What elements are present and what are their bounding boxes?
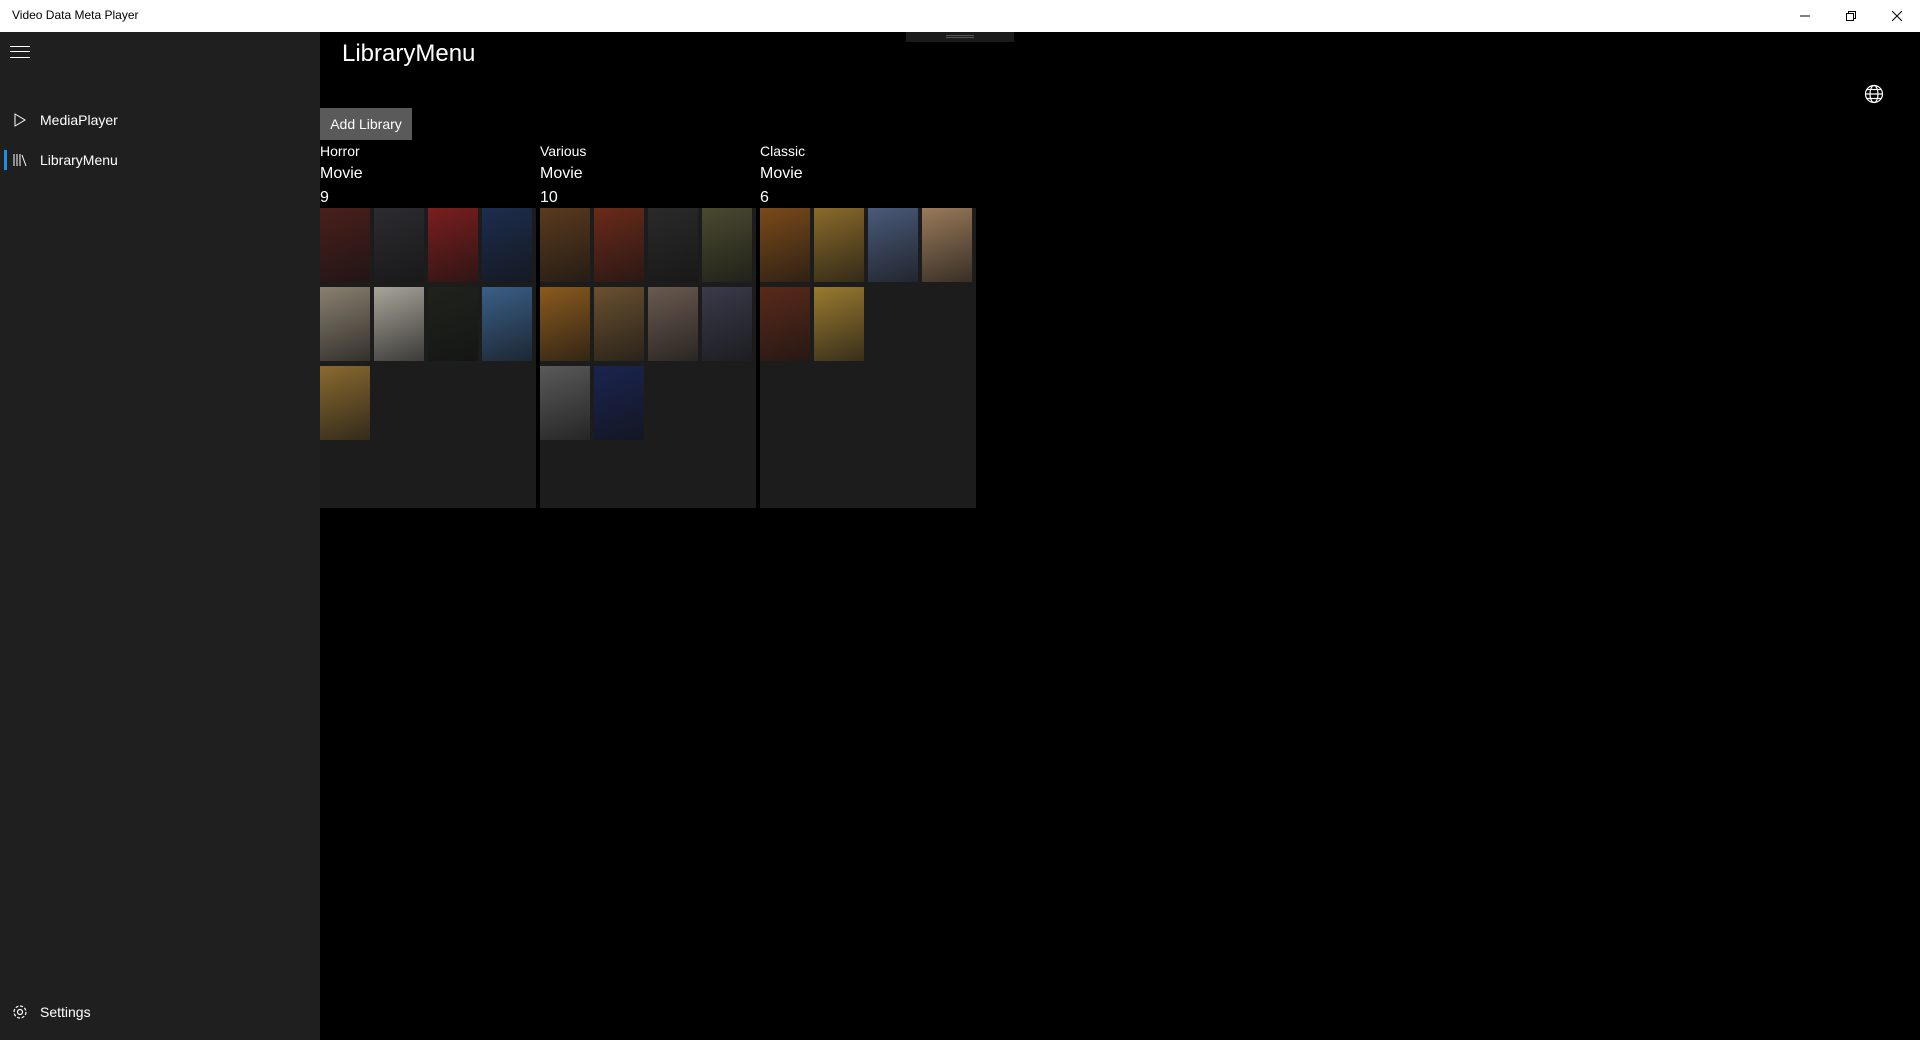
app-title: Video Data Meta Player (12, 8, 139, 22)
gear-icon (0, 1004, 40, 1020)
movie-poster[interactable] (594, 366, 644, 440)
title-bar: Video Data Meta Player (0, 0, 1920, 32)
main-content: LibraryMenu Add Library Horror Movie 9 V… (320, 32, 1920, 1040)
poster-grid (320, 208, 536, 508)
close-icon (1892, 11, 1902, 21)
movie-poster[interactable] (702, 287, 752, 361)
movie-poster[interactable] (428, 208, 478, 282)
movie-poster[interactable] (648, 208, 698, 282)
close-button[interactable] (1874, 0, 1920, 32)
library-card-horror[interactable]: Horror Movie 9 (320, 140, 536, 508)
minimize-icon (1800, 15, 1810, 17)
library-count: 6 (760, 189, 769, 206)
movie-poster[interactable] (482, 208, 532, 282)
navigation-pane: MediaPlayer LibraryMenu Settings (0, 32, 320, 1040)
movie-poster[interactable] (540, 208, 590, 282)
nav-item-label: LibraryMenu (40, 152, 118, 168)
poster-grid (540, 208, 756, 508)
movie-poster[interactable] (374, 287, 424, 361)
movie-poster[interactable] (320, 208, 370, 282)
hamburger-menu-icon[interactable] (10, 44, 30, 60)
nav-item-librarymenu[interactable]: LibraryMenu (0, 140, 320, 180)
play-icon (0, 113, 40, 127)
nav-item-label: Settings (40, 1004, 91, 1020)
library-type: Movie (540, 165, 583, 182)
poster-grid (760, 208, 976, 508)
library-card-various[interactable]: Various Movie 10 (540, 140, 756, 508)
movie-poster[interactable] (594, 287, 644, 361)
movie-poster[interactable] (702, 208, 752, 282)
movie-poster[interactable] (540, 287, 590, 361)
add-library-button[interactable]: Add Library (320, 108, 412, 140)
movie-poster[interactable] (760, 287, 810, 361)
page-title: LibraryMenu (342, 40, 476, 67)
library-type: Movie (320, 165, 363, 182)
movie-poster[interactable] (868, 208, 918, 282)
nav-item-label: MediaPlayer (40, 112, 118, 128)
selection-indicator (4, 150, 7, 170)
movie-poster[interactable] (814, 287, 864, 361)
movie-poster[interactable] (428, 287, 478, 361)
library-count: 9 (320, 189, 329, 206)
movie-poster[interactable] (540, 366, 590, 440)
globe-icon[interactable] (1864, 84, 1884, 109)
library-type: Movie (760, 165, 803, 182)
restore-icon (1846, 11, 1856, 21)
movie-poster[interactable] (760, 208, 810, 282)
movie-poster[interactable] (320, 366, 370, 440)
nav-item-mediaplayer[interactable]: MediaPlayer (0, 100, 320, 140)
restore-button[interactable] (1828, 0, 1874, 32)
movie-poster[interactable] (594, 208, 644, 282)
library-card-classic[interactable]: Classic Movie 6 (760, 140, 976, 508)
minimize-button[interactable] (1782, 0, 1828, 32)
movie-poster[interactable] (374, 208, 424, 282)
nav-item-settings[interactable]: Settings (0, 992, 320, 1032)
library-count: 10 (540, 189, 558, 206)
movie-poster[interactable] (922, 208, 972, 282)
library-name: Various (540, 143, 587, 159)
movie-poster[interactable] (648, 287, 698, 361)
movie-poster[interactable] (482, 287, 532, 361)
library-name: Horror (320, 143, 360, 159)
movie-poster[interactable] (814, 208, 864, 282)
drag-handle[interactable] (906, 32, 1014, 42)
movie-poster[interactable] (320, 287, 370, 361)
library-name: Classic (760, 143, 806, 159)
